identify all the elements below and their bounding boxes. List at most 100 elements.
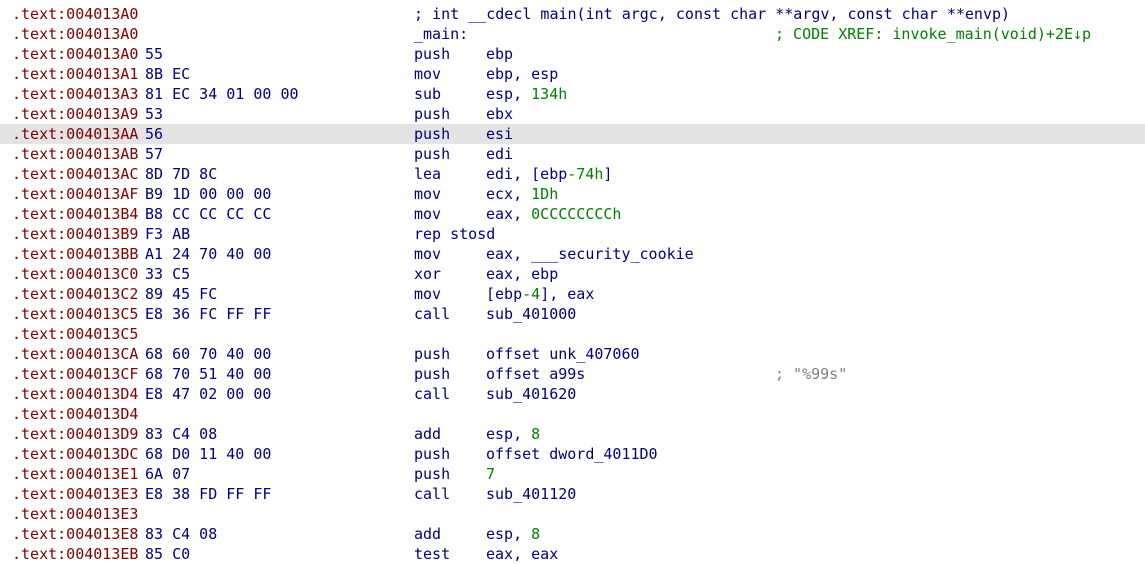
operands[interactable]: eax, eax (486, 544, 558, 564)
disasm-line[interactable]: .text:004013E3 E8 38 FD FF FF call sub_4011… (0, 484, 1145, 504)
mnemonic[interactable]: mov (414, 204, 441, 224)
operand-text[interactable]: eax, ebp (486, 265, 558, 283)
mnemonic[interactable]: mov (414, 284, 441, 304)
address[interactable]: .text:004013C5 (12, 304, 138, 324)
address[interactable]: .text:004013A1 (12, 64, 138, 84)
mnemonic[interactable]: push (414, 344, 450, 364)
operand-text[interactable]: ebp, esp (486, 65, 558, 83)
operand-text[interactable]: edi, [ebp (486, 165, 567, 183)
operands[interactable]: eax, 0CCCCCCCCh (486, 204, 621, 224)
mnemonic[interactable]: push (414, 144, 450, 164)
disasm-line[interactable]: .text:004013C5 (0, 324, 1145, 344)
address[interactable]: .text:004013A9 (12, 104, 138, 124)
operand-text[interactable]: ebx (486, 105, 513, 123)
address[interactable]: .text:004013DC (12, 444, 138, 464)
disasm-line[interactable]: .text:004013AF B9 1D 00 00 00 mov ecx, 1Dh (0, 184, 1145, 204)
mnemonic[interactable]: push (414, 444, 450, 464)
disasm-line[interactable]: .text:004013DC 68 D0 11 40 00 push offset d… (0, 444, 1145, 464)
operands[interactable]: edi, [ebp-74h] (486, 164, 612, 184)
mnemonic[interactable]: mov (414, 64, 441, 84)
operands[interactable]: eax, ebp (486, 264, 558, 284)
mnemonic[interactable]: mov (414, 184, 441, 204)
address[interactable]: .text:004013AF (12, 184, 138, 204)
operands[interactable]: ecx, 1Dh (486, 184, 558, 204)
address[interactable]: .text:004013A3 (12, 84, 138, 104)
address[interactable]: .text:004013AA (12, 124, 138, 144)
immediate-value[interactable]: 0CCCCCCCCh (531, 205, 621, 223)
operands[interactable]: ebp (486, 44, 513, 64)
disassembly-listing[interactable]: .text:004013A0 ; int __cdecl main(int arg… (0, 4, 1145, 564)
operand-text[interactable]: [ebp (486, 285, 522, 303)
operand-text[interactable]: ebp (486, 45, 513, 63)
operand-text[interactable]: offset unk_407060 (486, 345, 640, 363)
address[interactable]: .text:004013BB (12, 244, 138, 264)
disasm-line[interactable]: .text:004013D4 (0, 404, 1145, 424)
mnemonic[interactable]: sub (414, 84, 441, 104)
address[interactable]: .text:004013CF (12, 364, 138, 384)
mnemonic[interactable]: test (414, 544, 450, 564)
mnemonic[interactable]: call (414, 484, 450, 504)
immediate-value[interactable]: 8 (531, 525, 540, 543)
operands[interactable]: edi (486, 144, 513, 164)
disasm-line[interactable]: .text:004013A3 81 EC 34 01 00 00 sub esp, 1… (0, 84, 1145, 104)
immediate-value[interactable]: -74h (567, 165, 603, 183)
disasm-line[interactable]: .text:004013AA 56 push esi (0, 124, 1145, 144)
operand-text[interactable]: eax, eax (486, 545, 558, 563)
immediate-value[interactable]: 7 (486, 465, 495, 483)
address[interactable]: .text:004013E8 (12, 524, 138, 544)
operands[interactable]: 7 (486, 464, 495, 484)
operands[interactable]: sub_401620 (486, 384, 576, 404)
address[interactable]: .text:004013D9 (12, 424, 138, 444)
disasm-line[interactable]: .text:004013D4 E8 47 02 00 00 call sub_4016… (0, 384, 1145, 404)
mnemonic[interactable]: push (414, 464, 450, 484)
operands[interactable]: esi (486, 124, 513, 144)
address[interactable]: .text:004013AB (12, 144, 138, 164)
disasm-line[interactable]: .text:004013A0 ; int __cdecl main(int arg… (0, 4, 1145, 24)
disasm-line[interactable]: .text:004013A0 _main: ; CODE XREF: invoke_… (0, 24, 1145, 44)
mnemonic[interactable]: push (414, 44, 450, 64)
operands[interactable]: esp, 8 (486, 424, 540, 444)
disasm-line[interactable]: .text:004013B4 B8 CC CC CC CC mov eax, 0CCC… (0, 204, 1145, 224)
immediate-value[interactable]: -4 (522, 285, 540, 303)
disasm-line[interactable]: .text:004013D9 83 C4 08 add esp, 8 (0, 424, 1145, 444)
address[interactable]: .text:004013C0 (12, 264, 138, 284)
operand-text[interactable]: esp, (486, 425, 531, 443)
operand-text[interactable]: eax, (486, 205, 531, 223)
disasm-line[interactable]: .text:004013AB 57 push edi (0, 144, 1145, 164)
mnemonic[interactable]: call (414, 304, 450, 324)
operand-text[interactable]: eax, ___security_cookie (486, 245, 694, 263)
immediate-value[interactable]: 8 (531, 425, 540, 443)
address[interactable]: .text:004013AC (12, 164, 138, 184)
mnemonic[interactable]: add (414, 524, 441, 544)
address[interactable]: .text:004013CA (12, 344, 138, 364)
address[interactable]: .text:004013D4 (12, 404, 138, 424)
address[interactable]: .text:004013E3 (12, 484, 138, 504)
address[interactable]: .text:004013D4 (12, 384, 138, 404)
address[interactable]: .text:004013A0 (12, 44, 138, 64)
operand-text[interactable]: ecx, (486, 185, 531, 203)
mnemonic[interactable]: call (414, 384, 450, 404)
disasm-line[interactable]: .text:004013E1 6A 07 push 7 (0, 464, 1145, 484)
operands[interactable]: esp, 8 (486, 524, 540, 544)
address[interactable]: .text:004013E3 (12, 504, 138, 524)
address[interactable]: .text:004013B9 (12, 224, 138, 244)
mnemonic[interactable]: mov (414, 244, 441, 264)
mnemonic[interactable]: push (414, 364, 450, 384)
address[interactable]: .text:004013A0 (12, 4, 138, 24)
disasm-line[interactable]: .text:004013C2 89 45 FC mov [ebp-4], eax (0, 284, 1145, 304)
operands[interactable]: offset dword_4011D0 (486, 444, 658, 464)
disasm-line[interactable]: .text:004013C0 33 C5 xor eax, ebp (0, 264, 1145, 284)
address[interactable]: .text:004013A0 (12, 24, 138, 44)
address[interactable]: .text:004013EB (12, 544, 138, 564)
operand-text[interactable]: offset dword_4011D0 (486, 445, 658, 463)
address[interactable]: .text:004013E1 (12, 464, 138, 484)
operand-text[interactable]: ], eax (540, 285, 594, 303)
operands[interactable]: esp, 134h (486, 84, 567, 104)
operand-text[interactable]: edi (486, 145, 513, 163)
operands[interactable]: eax, ___security_cookie (486, 244, 694, 264)
mnemonic[interactable]: push (414, 104, 450, 124)
disasm-line[interactable]: .text:004013CA 68 60 70 40 00 push offset u… (0, 344, 1145, 364)
disasm-line[interactable]: .text:004013C5 E8 36 FC FF FF call sub_4010… (0, 304, 1145, 324)
disasm-line[interactable]: .text:004013E3 (0, 504, 1145, 524)
operands[interactable]: ebx (486, 104, 513, 124)
